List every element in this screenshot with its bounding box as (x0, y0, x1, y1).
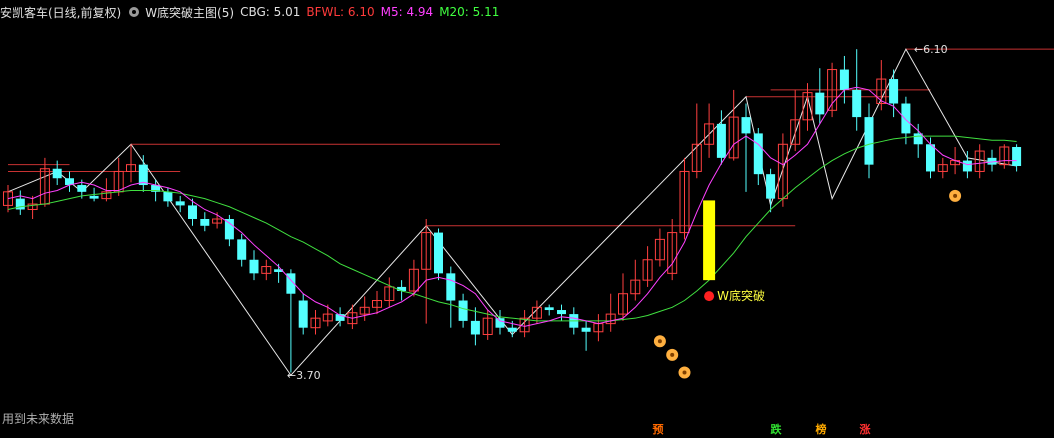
candle-body-down (446, 273, 456, 301)
candle-body-down (962, 160, 972, 172)
candle-body-down (926, 144, 935, 172)
candle-body-down (864, 117, 874, 165)
m20-value: M20: 5.11 (439, 5, 500, 19)
settings-gear-icon[interactable] (129, 7, 140, 17)
candle-body-down (470, 320, 480, 335)
flower-center-icon (657, 339, 662, 344)
candle-body-down (458, 300, 468, 321)
bfwl-value: BFWL: 6.10 (306, 5, 375, 19)
candle-body-down (397, 286, 407, 292)
flower-center-icon (682, 370, 687, 375)
candle-body-down (557, 310, 566, 315)
candle-body-down (581, 327, 591, 332)
candle-body-down (741, 117, 751, 134)
flower-center-icon (670, 352, 675, 357)
kline-chart[interactable]: ←6.10 ←3.70 W底突破 (0, 0, 1054, 438)
cbg-value: CBG: 5.01 (240, 5, 301, 19)
candle-body-down (188, 205, 197, 219)
badge-yu[interactable]: 预 (651, 423, 665, 437)
candle-body-down (163, 191, 173, 202)
badge-bang[interactable]: 榜 (814, 423, 828, 437)
candle-body-down (766, 174, 776, 199)
chart-area[interactable]: ←6.10 ←3.70 W底突破 安凯客车(日线,前复权) W底突破主图(5) CB… (0, 0, 1054, 438)
badge-die[interactable]: 跌 (769, 423, 783, 437)
candle-body-down (544, 307, 554, 311)
candle-body-down (249, 259, 259, 274)
candle-body-down (89, 195, 99, 199)
badge-zhang[interactable]: 涨 (858, 423, 872, 437)
candle-body-down (901, 103, 911, 134)
flower-center-icon (953, 193, 958, 198)
m5-value: M5: 4.94 (380, 5, 434, 19)
high-price-label: ←6.10 (914, 43, 948, 56)
candle-body-down (434, 232, 443, 274)
indicator-name[interactable]: W底突破主图(5) (145, 4, 234, 21)
candle-body-down (839, 69, 849, 90)
candle-body-down (507, 327, 517, 332)
candle-body-down (889, 79, 899, 104)
chart-header: 安凯客车(日线,前复权) W底突破主图(5) CBG: 5.01 BFWL: 6… (0, 2, 505, 22)
candle-body-down (237, 239, 247, 260)
candle-body-down (1012, 146, 1022, 167)
candle-body-down (852, 89, 862, 118)
candle-body-down (495, 318, 505, 328)
stock-title: 安凯客车(日线,前复权) (0, 5, 122, 20)
candle-body-down (175, 201, 185, 206)
candle-body-down (224, 219, 234, 240)
candle-body-down (913, 133, 923, 145)
signal-marker-icon (704, 291, 715, 302)
future-data-note: 用到未来数据 (2, 412, 75, 426)
low-price-label: ←3.70 (287, 369, 321, 382)
candle-body-down (200, 219, 210, 226)
w-bottom-signal-label: W底突破 (717, 288, 765, 303)
w-bottom-signal-bar (703, 200, 716, 281)
candle-body-down (52, 168, 62, 179)
candle-body-down (716, 123, 726, 158)
candle-body-down (815, 92, 825, 115)
candle-body-down (298, 300, 308, 328)
candle-body-down (77, 185, 87, 192)
candle-body-down (753, 133, 763, 175)
